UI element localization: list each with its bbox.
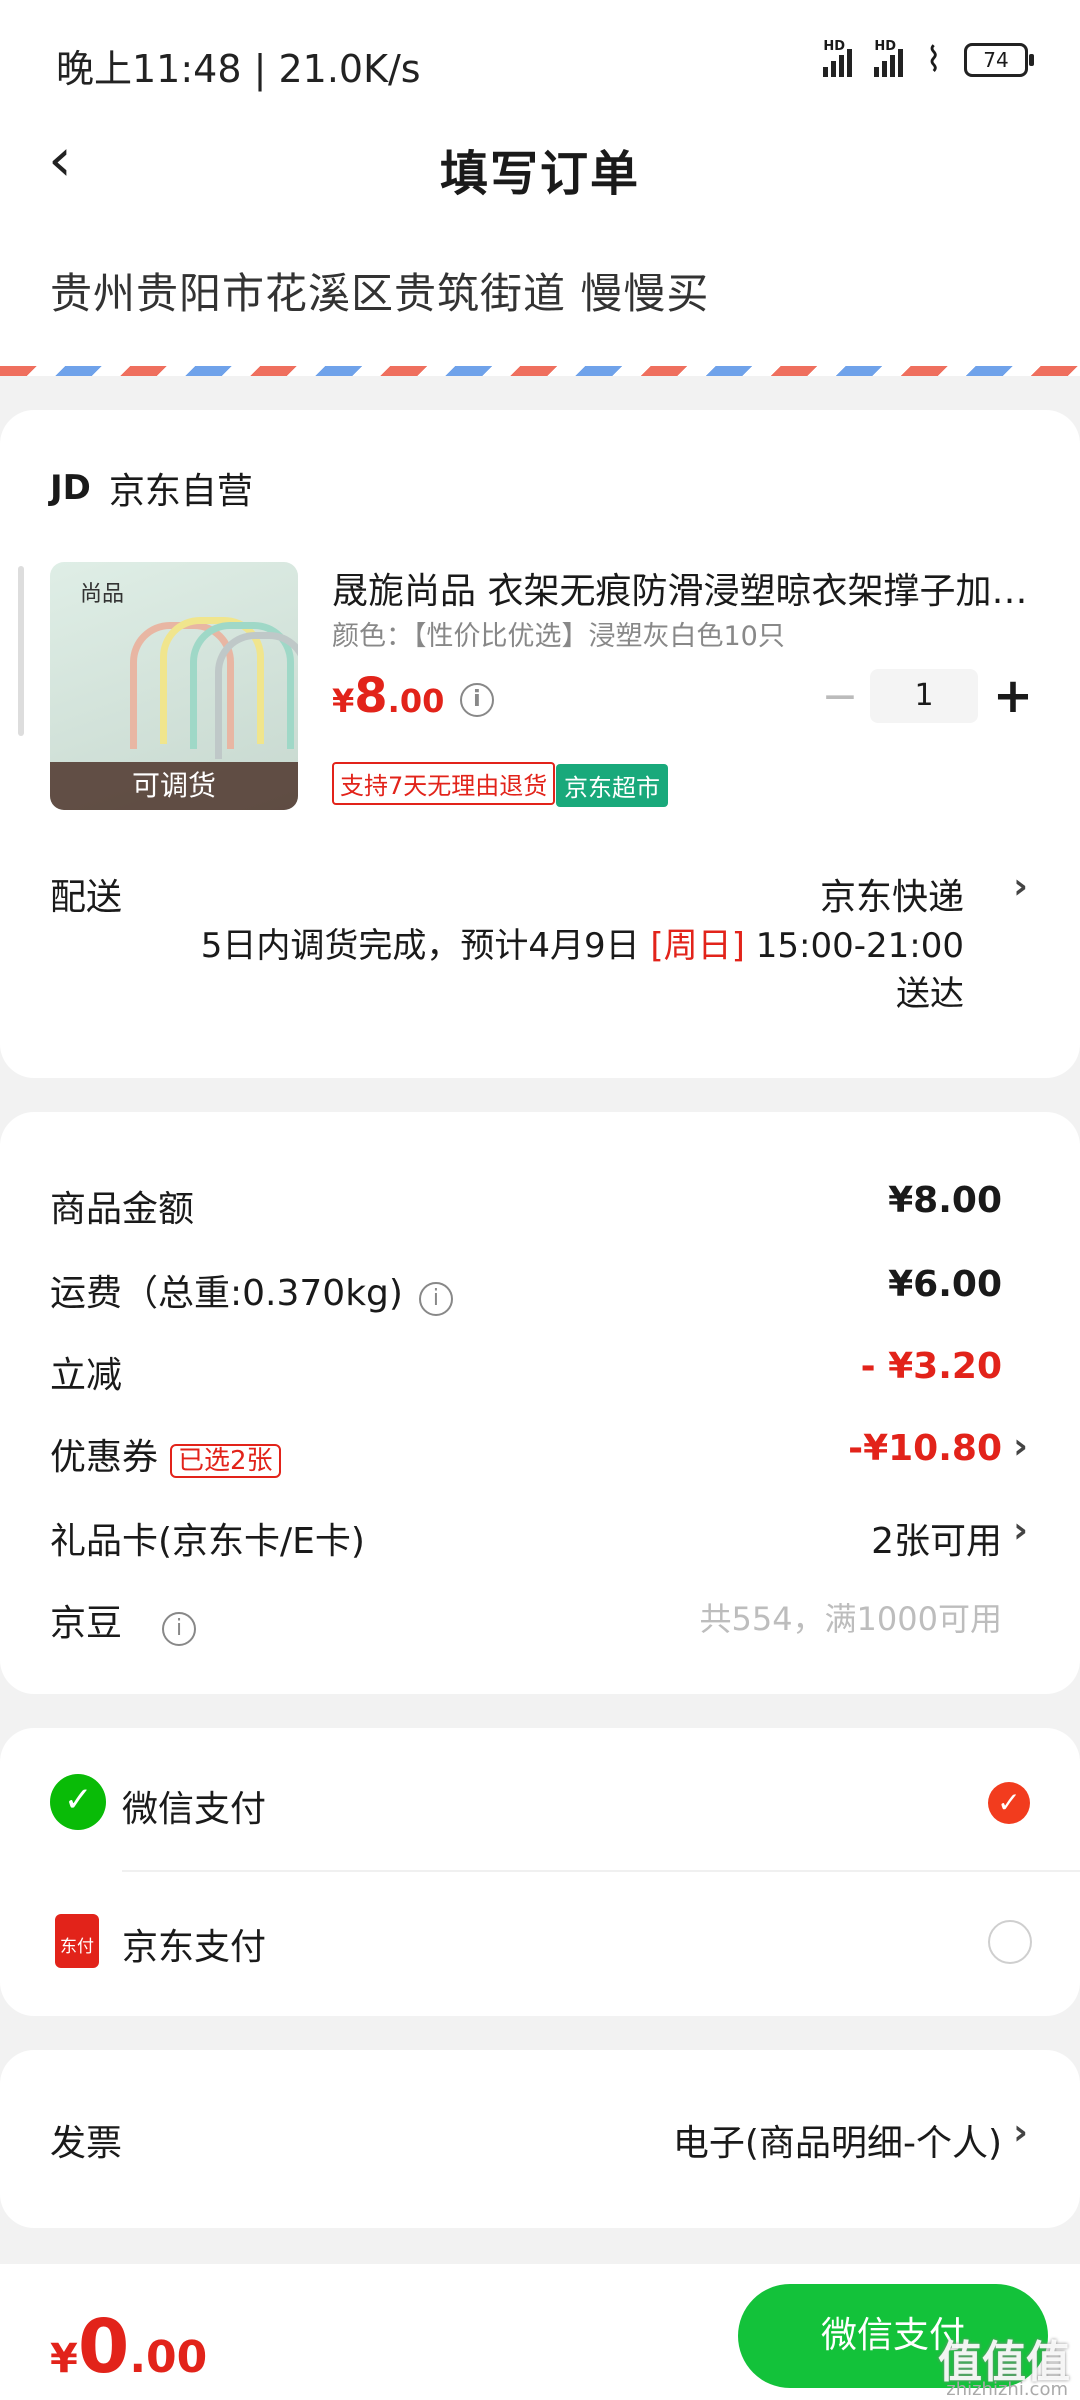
- product-image-label: 可调货: [50, 762, 298, 810]
- signal-icon: HD: [823, 39, 853, 77]
- invoice-label: 发票: [50, 2123, 123, 2164]
- summary-label-shipping: 运费（总重:0.370kg) i: [50, 1264, 453, 1316]
- summary-label-goods: 商品金额: [50, 1189, 195, 1230]
- bottom-bar: ¥0.00 微信支付 值值值 zhizhizhi.com: [0, 2264, 1080, 2400]
- summary-value-discount: - ¥3.20: [860, 1346, 1002, 1387]
- jd-pay-icon: 东付: [55, 1914, 99, 1968]
- wifi-icon: ⌇: [925, 40, 942, 80]
- quantity-value[interactable]: 1: [870, 669, 978, 723]
- jd-pay-radio[interactable]: [988, 1920, 1032, 1964]
- address-stripe: [0, 366, 1080, 376]
- status-icons: HD HD ⌇ 74: [823, 39, 1034, 80]
- coupon-selected-badge: 已选2张: [170, 1444, 281, 1478]
- jd-supermarket-tag: 京东超市: [556, 764, 668, 807]
- scroll-indicator: [18, 566, 24, 736]
- summary-label-jingdou: 京豆 i: [50, 1594, 197, 1646]
- chevron-right-icon[interactable]: ›: [1013, 1510, 1028, 1551]
- payment-card: [0, 1728, 1080, 2016]
- chevron-right-icon[interactable]: ›: [1013, 1426, 1028, 1467]
- address-text: 贵州贵阳市花溪区贵筑街道 慢慢买: [50, 269, 710, 318]
- shipping-info-icon[interactable]: i: [418, 1282, 453, 1316]
- product-name[interactable]: 晟旎尚品 衣架无痕防滑浸塑晾衣架撑子加…: [332, 562, 1032, 614]
- jingdou-info-icon[interactable]: i: [162, 1612, 197, 1646]
- chevron-right-icon[interactable]: ›: [1013, 866, 1028, 907]
- delivery-time: 5日内调货完成，预计4月9日 [周日] 15:00-21:00: [200, 926, 964, 966]
- summary-value-giftcard[interactable]: 2张可用: [871, 1512, 1002, 1564]
- chevron-right-icon[interactable]: ›: [1013, 2112, 1028, 2153]
- summary-value-shipping: ¥6.00: [888, 1264, 1002, 1305]
- price-info-icon[interactable]: i: [459, 683, 494, 717]
- payment-wechat-label[interactable]: 微信支付: [122, 1780, 266, 1832]
- header: ‹ 填写订单: [0, 100, 1080, 230]
- wechat-selected-check-icon[interactable]: ✓: [988, 1782, 1030, 1824]
- invoice-value[interactable]: 电子(商品明细-个人): [673, 2114, 1002, 2166]
- order-total: ¥0.00: [50, 2304, 208, 2390]
- summary-value-goods: ¥8.00: [888, 1180, 1002, 1221]
- product-image[interactable]: 尚品 可调货: [50, 562, 298, 810]
- product-price: ¥8.00 i: [332, 668, 494, 724]
- wechat-pay-icon: [50, 1774, 106, 1830]
- status-time: 晚上11:48 | 21.0K/s: [56, 47, 421, 91]
- delivery-arrive: 送达: [896, 974, 964, 1014]
- summary-value-jingdou: 共554，满1000可用: [699, 1600, 1002, 1638]
- decrease-button[interactable]: −: [810, 671, 870, 722]
- product-brand-mark: 尚品: [80, 582, 125, 607]
- battery-icon: 74: [964, 43, 1034, 77]
- watermark-site: zhizhizhi.com: [946, 2379, 1068, 2400]
- payment-jd-label[interactable]: 京东支付: [122, 1918, 266, 1970]
- summary-label-coupon[interactable]: 优惠券 已选2张: [50, 1428, 281, 1480]
- page-title: 填写订单: [439, 146, 640, 202]
- quantity-stepper: − 1 +: [810, 668, 1048, 724]
- jd-logo-icon: JD: [50, 468, 91, 508]
- delivery-label: 配送: [50, 877, 123, 918]
- summary-label-discount: 立减: [50, 1355, 123, 1396]
- address-bar[interactable]: 贵州贵阳市花溪区贵筑街道 慢慢买: [0, 230, 1080, 370]
- summary-value-coupon[interactable]: -¥10.80: [848, 1428, 1002, 1469]
- return-policy-tag: 支持7天无理由退货: [332, 762, 556, 805]
- store-header: JD 京东自营: [50, 462, 253, 514]
- delivery-method[interactable]: 京东快递: [820, 868, 964, 920]
- summary-label-giftcard[interactable]: 礼品卡(京东卡/E卡): [50, 1512, 365, 1564]
- product-spec[interactable]: 颜色：【性价比优选】浸塑灰白色10只: [332, 614, 785, 653]
- payment-divider: [122, 1870, 1080, 1872]
- increase-button[interactable]: +: [978, 668, 1048, 724]
- store-name: 京东自营: [108, 471, 253, 512]
- signal-icon: HD: [874, 39, 904, 77]
